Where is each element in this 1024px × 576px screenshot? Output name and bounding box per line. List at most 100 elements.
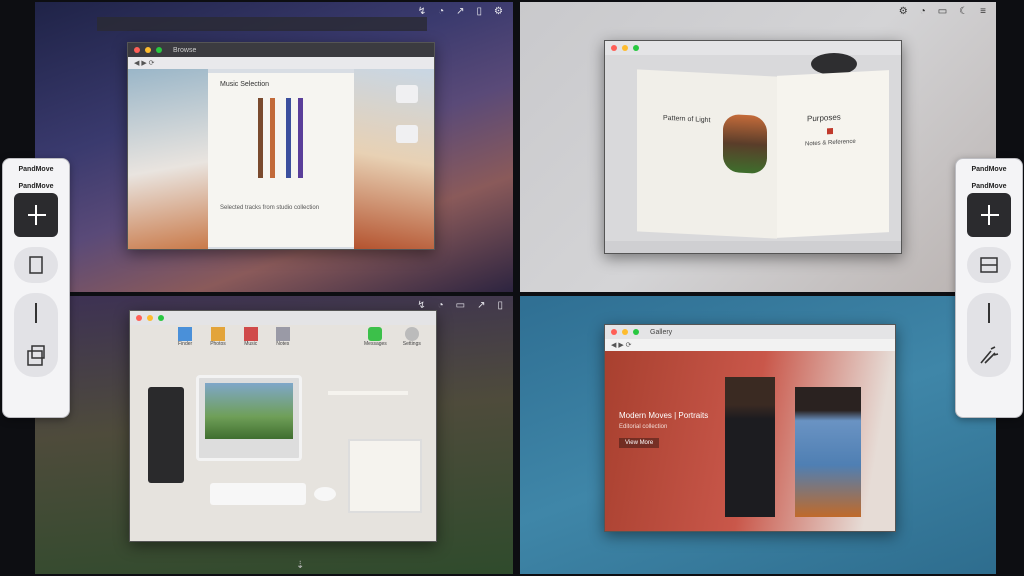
speaker-object bbox=[148, 387, 184, 483]
red-mark-icon bbox=[827, 128, 833, 135]
workspace-bottom-left[interactable]: ↯ ◔ ▭ ↗ ▯ Finder Photos Music Notes Mess… bbox=[35, 296, 513, 574]
book-right-lines: Notes & Reference bbox=[805, 138, 856, 148]
dock-item-settings[interactable]: Settings bbox=[403, 327, 421, 347]
status-icon-1[interactable]: ↯ bbox=[418, 6, 426, 17]
bars-illustration bbox=[258, 98, 303, 178]
panel-app-title: PandMove bbox=[971, 166, 1007, 173]
status-icon-2[interactable]: ◔ bbox=[438, 6, 444, 17]
top-tab-strip bbox=[97, 17, 427, 31]
left-control-panel: PandMove PandMove bbox=[2, 158, 70, 418]
status-icon-4[interactable]: ☾ bbox=[959, 6, 968, 17]
window-titlebar bbox=[130, 311, 436, 325]
dock-item-music[interactable]: Music bbox=[243, 327, 258, 347]
right-control-panel: PandMove PandMove bbox=[955, 158, 1023, 418]
window-layout-button[interactable] bbox=[967, 247, 1011, 283]
address-bar[interactable]: ◀ ▶ ⟳ bbox=[128, 57, 434, 69]
keyboard-object bbox=[210, 483, 306, 505]
stack-icon bbox=[27, 345, 45, 366]
dock-item-photos[interactable]: Photos bbox=[210, 327, 226, 347]
viewer-toolbar[interactable] bbox=[605, 241, 901, 253]
window-layout-icon bbox=[980, 257, 998, 273]
wallpaper-strip-left bbox=[128, 69, 208, 249]
status-icon-5[interactable]: ▯ bbox=[497, 300, 503, 311]
close-button[interactable] bbox=[611, 329, 617, 335]
status-icon-1[interactable]: ↯ bbox=[417, 300, 425, 311]
status-icon-3[interactable]: ▭ bbox=[456, 300, 465, 311]
mail-icon[interactable] bbox=[396, 125, 418, 143]
document-mode-button[interactable] bbox=[14, 247, 58, 283]
maximize-button[interactable] bbox=[633, 45, 639, 51]
minimize-button[interactable] bbox=[147, 315, 153, 321]
dock-item-messages[interactable]: Messages bbox=[364, 327, 387, 347]
portfolio-browser-window[interactable]: Gallery ◀ ▶ ⟳ Modern Moves | Portraits E… bbox=[604, 324, 896, 532]
menu-bar: ⚙ ◔ ▭ ☾ ≡ bbox=[520, 2, 996, 20]
minimize-button[interactable] bbox=[145, 47, 151, 53]
imac-display bbox=[196, 375, 302, 461]
hero-section: Modern Moves | Portraits Editorial colle… bbox=[605, 351, 895, 531]
desk-scene-window[interactable]: Finder Photos Music Notes Messages Setti… bbox=[129, 310, 437, 542]
status-icon-4[interactable]: ▯ bbox=[477, 6, 483, 17]
screen-landscape bbox=[205, 383, 293, 439]
book-left-page: Pattern of Light bbox=[637, 69, 777, 239]
status-icon-3[interactable]: ↗ bbox=[456, 6, 464, 17]
dock-item-notes[interactable]: Notes bbox=[275, 327, 290, 347]
photo-viewer-window[interactable]: Pattern of Light Purposes Notes & Refere… bbox=[604, 40, 902, 254]
maximize-button[interactable] bbox=[156, 47, 162, 53]
address-bar[interactable]: ◀ ▶ ⟳ bbox=[605, 339, 895, 351]
tab-title[interactable]: Browse bbox=[173, 47, 196, 54]
window-titlebar: Gallery bbox=[605, 325, 895, 339]
close-button[interactable] bbox=[611, 45, 617, 51]
status-icon-5[interactable]: ⚙ bbox=[494, 6, 503, 17]
page-heading: Music Selection bbox=[220, 81, 270, 88]
hand-gesture-icon bbox=[980, 346, 999, 364]
window-titlebar bbox=[605, 41, 901, 55]
workspace-top-right[interactable]: ⚙ ◔ ▭ ☾ ≡ Pattern of Light Purposes Note… bbox=[520, 2, 996, 292]
book-left-text: Pattern of Light bbox=[663, 114, 711, 125]
mouse-object bbox=[314, 487, 336, 501]
gesture-controls[interactable] bbox=[14, 293, 58, 377]
panel-app-title: PandMove bbox=[18, 166, 54, 173]
tab-title[interactable]: Gallery bbox=[650, 329, 672, 336]
page-caption: Selected tracks from studio collection bbox=[220, 205, 320, 211]
close-button[interactable] bbox=[136, 315, 142, 321]
panel-app-subtitle: PandMove bbox=[971, 183, 1007, 190]
person-left-figure bbox=[725, 377, 775, 517]
minimize-button[interactable] bbox=[622, 329, 628, 335]
book-right-page: Purposes Notes & Reference bbox=[777, 70, 889, 238]
status-icon-3[interactable]: ▭ bbox=[938, 6, 947, 17]
workspace-bottom-right[interactable]: Gallery ◀ ▶ ⟳ Modern Moves | Portraits E… bbox=[520, 296, 996, 574]
maximize-button[interactable] bbox=[633, 329, 639, 335]
gesture-controls[interactable] bbox=[967, 293, 1011, 377]
workspace-top-left[interactable]: ↯ ◔ ↗ ▯ ⚙ Browse ◀ ▶ ⟳ Music Selection S… bbox=[35, 2, 513, 292]
status-icon-5[interactable]: ≡ bbox=[980, 6, 986, 17]
app-dock: Finder Photos Music Notes bbox=[178, 327, 290, 347]
status-icon-2[interactable]: ◔ bbox=[920, 6, 926, 17]
panel-app-subtitle: PandMove bbox=[18, 183, 54, 190]
shelf-box-object bbox=[348, 439, 422, 513]
close-button[interactable] bbox=[134, 47, 140, 53]
file-icon[interactable] bbox=[396, 85, 418, 103]
dock-item-finder[interactable]: Finder bbox=[178, 327, 192, 347]
split-layout-icon bbox=[981, 205, 999, 225]
document-page: Music Selection Selected tracks from stu… bbox=[208, 73, 354, 247]
status-icon-1[interactable]: ⚙ bbox=[899, 6, 908, 17]
maximize-button[interactable] bbox=[158, 315, 164, 321]
divider-bar-icon bbox=[988, 303, 990, 323]
split-layout-button[interactable] bbox=[967, 193, 1011, 237]
split-layout-button[interactable] bbox=[14, 193, 58, 237]
status-icon-2[interactable]: ◔ bbox=[438, 300, 444, 311]
person-right-figure bbox=[795, 387, 861, 517]
status-icon-4[interactable]: ↗ bbox=[477, 300, 485, 311]
hero-button[interactable]: View More bbox=[619, 438, 660, 448]
window-titlebar: Browse bbox=[128, 43, 434, 57]
divider-bar-icon bbox=[35, 303, 37, 323]
wall-shelf bbox=[328, 391, 408, 395]
bottom-drag-handle-icon[interactable]: ⇣ bbox=[296, 560, 304, 571]
split-layout-icon bbox=[28, 205, 46, 225]
book-right-title: Purposes bbox=[807, 112, 841, 124]
minimize-button[interactable] bbox=[622, 45, 628, 51]
browser-window[interactable]: Browse ◀ ▶ ⟳ Music Selection Selected tr… bbox=[127, 42, 435, 250]
wallpaper-strip-right bbox=[354, 69, 434, 249]
document-icon bbox=[29, 256, 43, 274]
book-photo bbox=[723, 113, 767, 175]
